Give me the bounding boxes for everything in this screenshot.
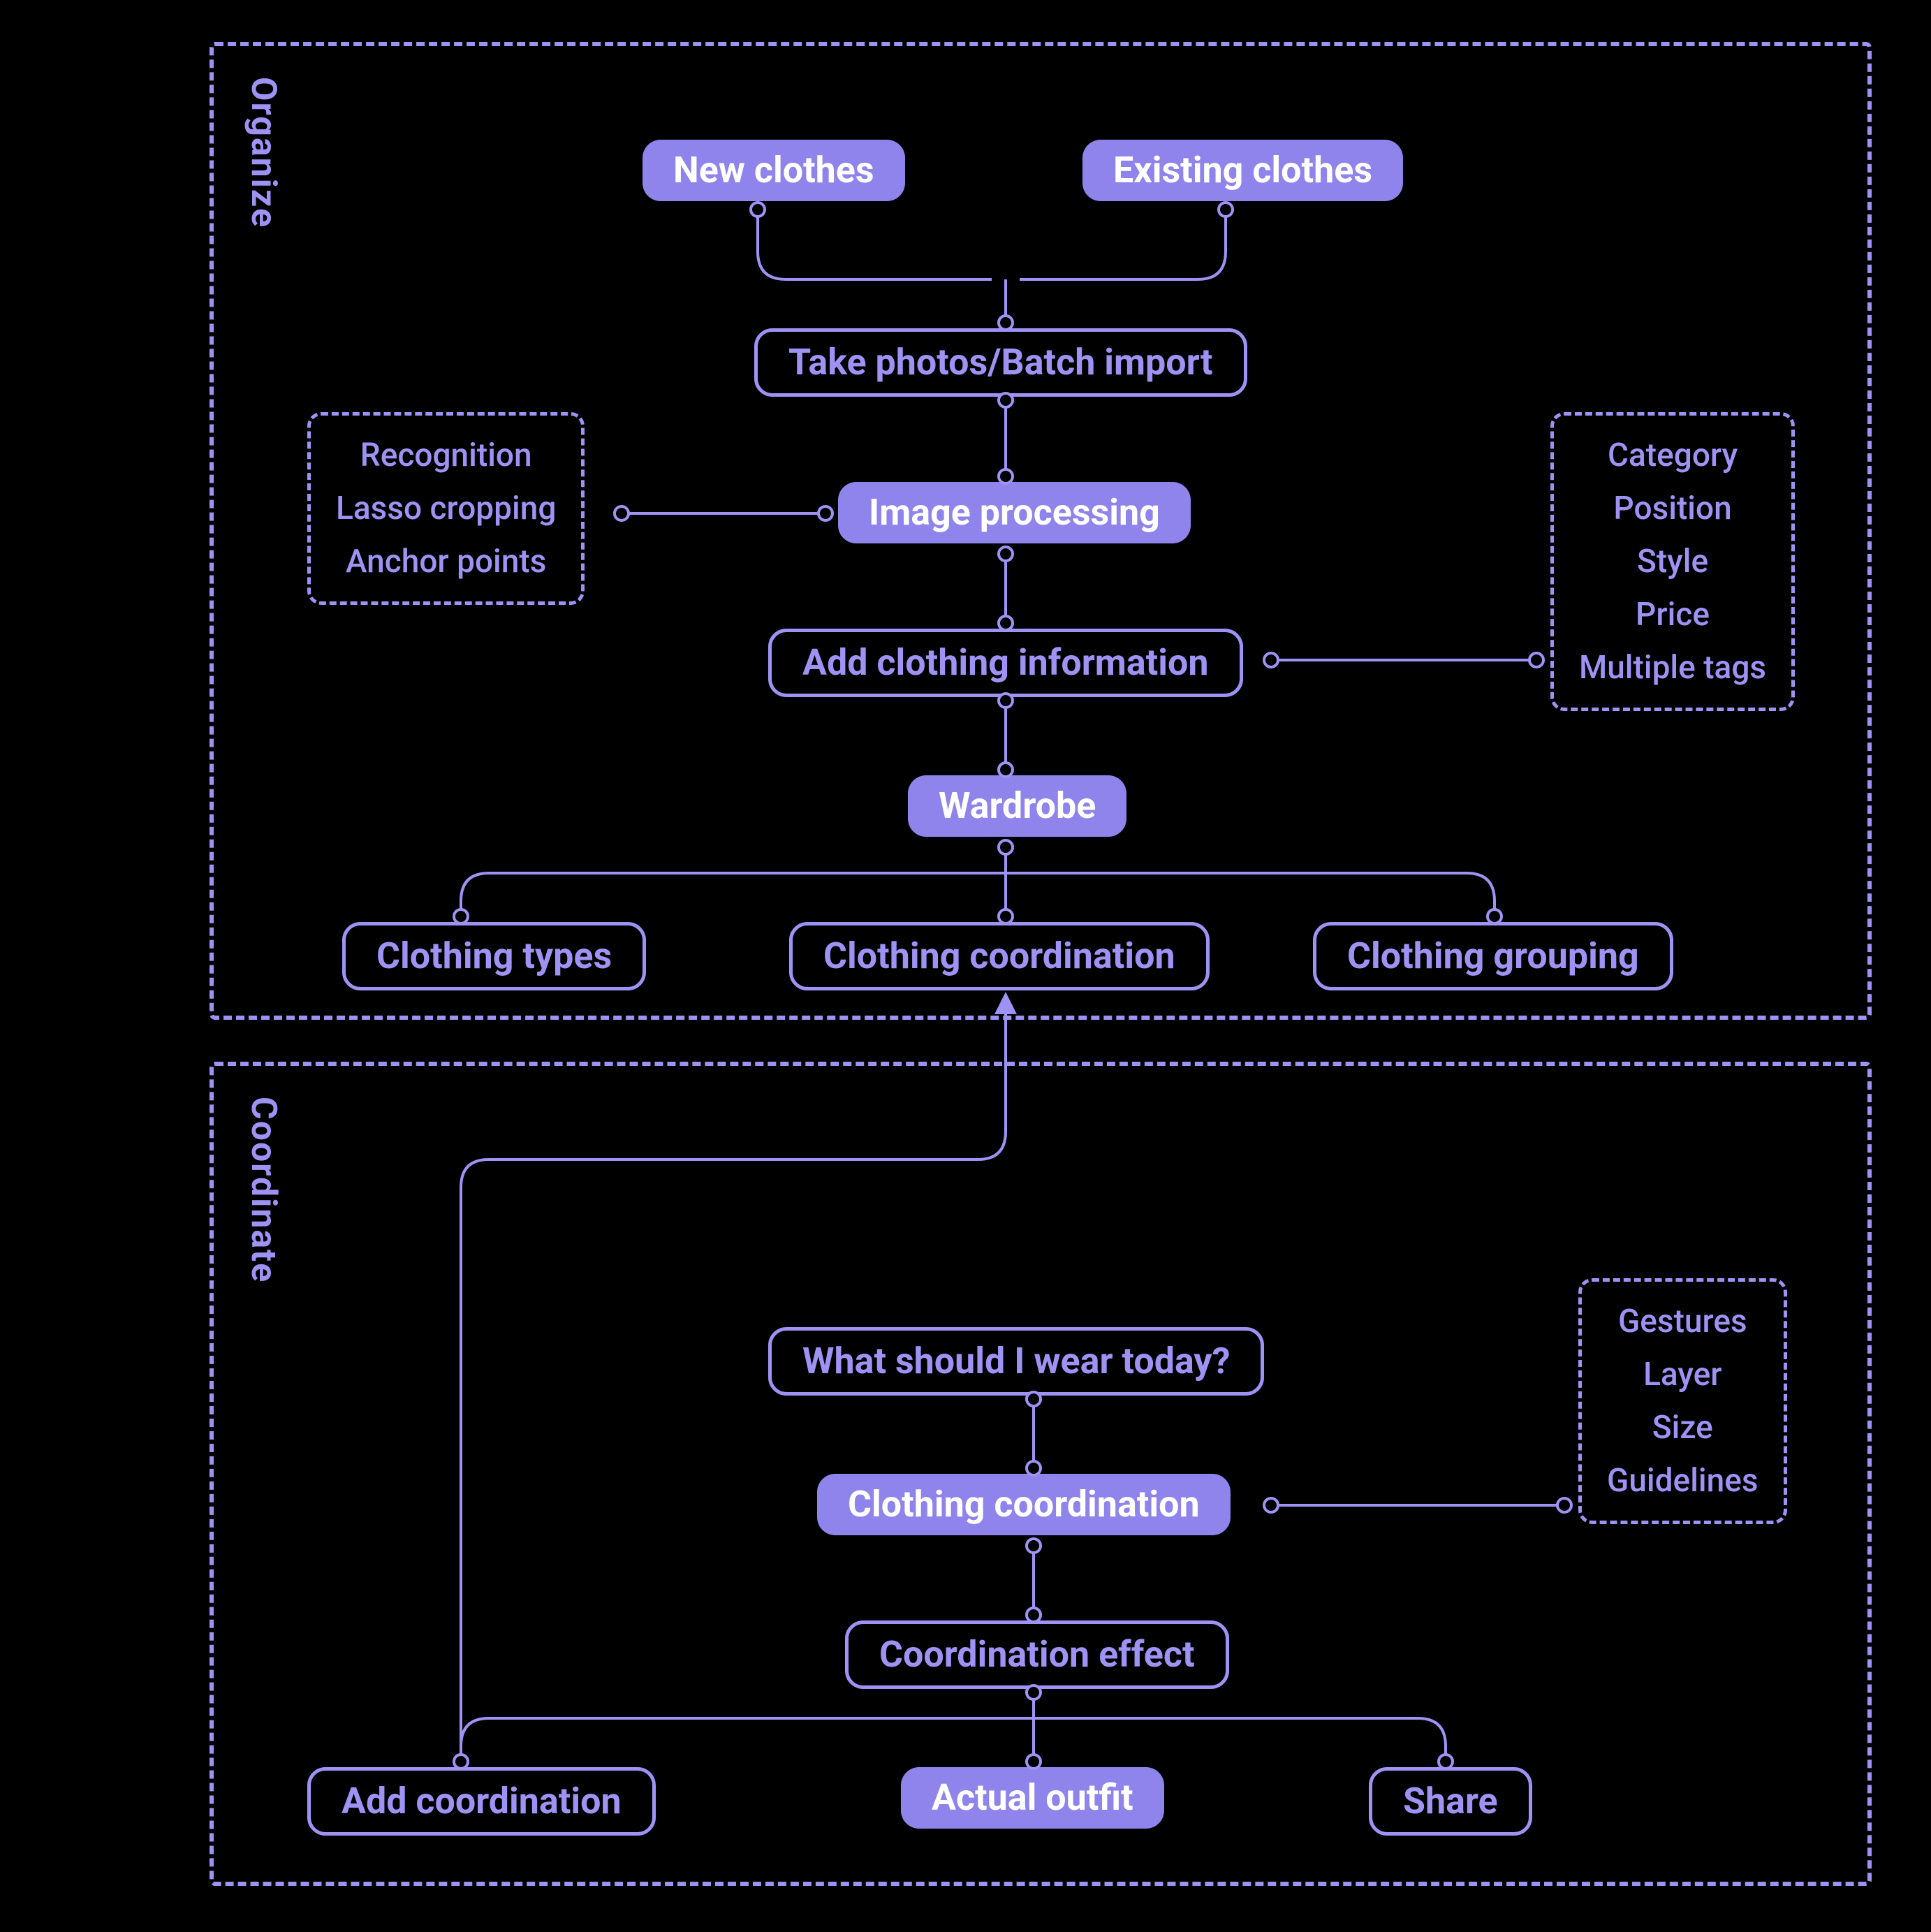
attr-item: Layer — [1643, 1356, 1721, 1393]
attr-item: Size — [1652, 1409, 1713, 1447]
attr-item: Category — [1608, 437, 1738, 474]
node-existing-clothes: Existing clothes — [1082, 140, 1403, 201]
diagram-stage: Organize New clothes Existing clothes Ta… — [0, 0, 1931, 1932]
panel-organize-title: Organize — [243, 77, 284, 228]
node-wardrobe: Wardrobe — [908, 775, 1126, 837]
attr-item: Lasso cropping — [336, 490, 556, 527]
node-clothing-coordination: Clothing coordination — [789, 922, 1210, 990]
attr-item: Multiple tags — [1579, 649, 1766, 687]
node-image-processing: Image processing — [838, 482, 1191, 543]
node-add-coordination: Add coordination — [307, 1767, 656, 1836]
node-coordination-effect: Coordination effect — [845, 1620, 1229, 1689]
attr-item: Anchor points — [346, 543, 546, 580]
attr-item: Recognition — [360, 437, 532, 474]
node-clothing-coordination-2: Clothing coordination — [817, 1474, 1231, 1535]
attr-item: Guidelines — [1607, 1462, 1759, 1500]
node-actual-outfit: Actual outfit — [901, 1767, 1164, 1829]
node-clothing-grouping: Clothing grouping — [1313, 922, 1673, 990]
attr-item: Style — [1637, 543, 1708, 580]
attr-item: Gestures — [1618, 1303, 1747, 1340]
attr-item: Position — [1613, 490, 1731, 527]
attrs-coordination: Gestures Layer Size Guidelines — [1578, 1278, 1787, 1524]
node-take-photos: Take photos/Batch import — [754, 328, 1247, 397]
node-clothing-types: Clothing types — [342, 922, 646, 990]
node-add-info: Add clothing information — [768, 629, 1243, 697]
attrs-add-info: Category Position Style Price Multiple t… — [1550, 412, 1795, 711]
node-new-clothes: New clothes — [643, 140, 905, 201]
node-share: Share — [1369, 1767, 1532, 1836]
node-what-wear: What should I wear today? — [768, 1327, 1264, 1396]
attr-item: Price — [1636, 596, 1710, 634]
panel-coordinate-title: Coordinate — [243, 1097, 284, 1283]
attrs-image-processing: Recognition Lasso cropping Anchor points — [307, 412, 585, 605]
